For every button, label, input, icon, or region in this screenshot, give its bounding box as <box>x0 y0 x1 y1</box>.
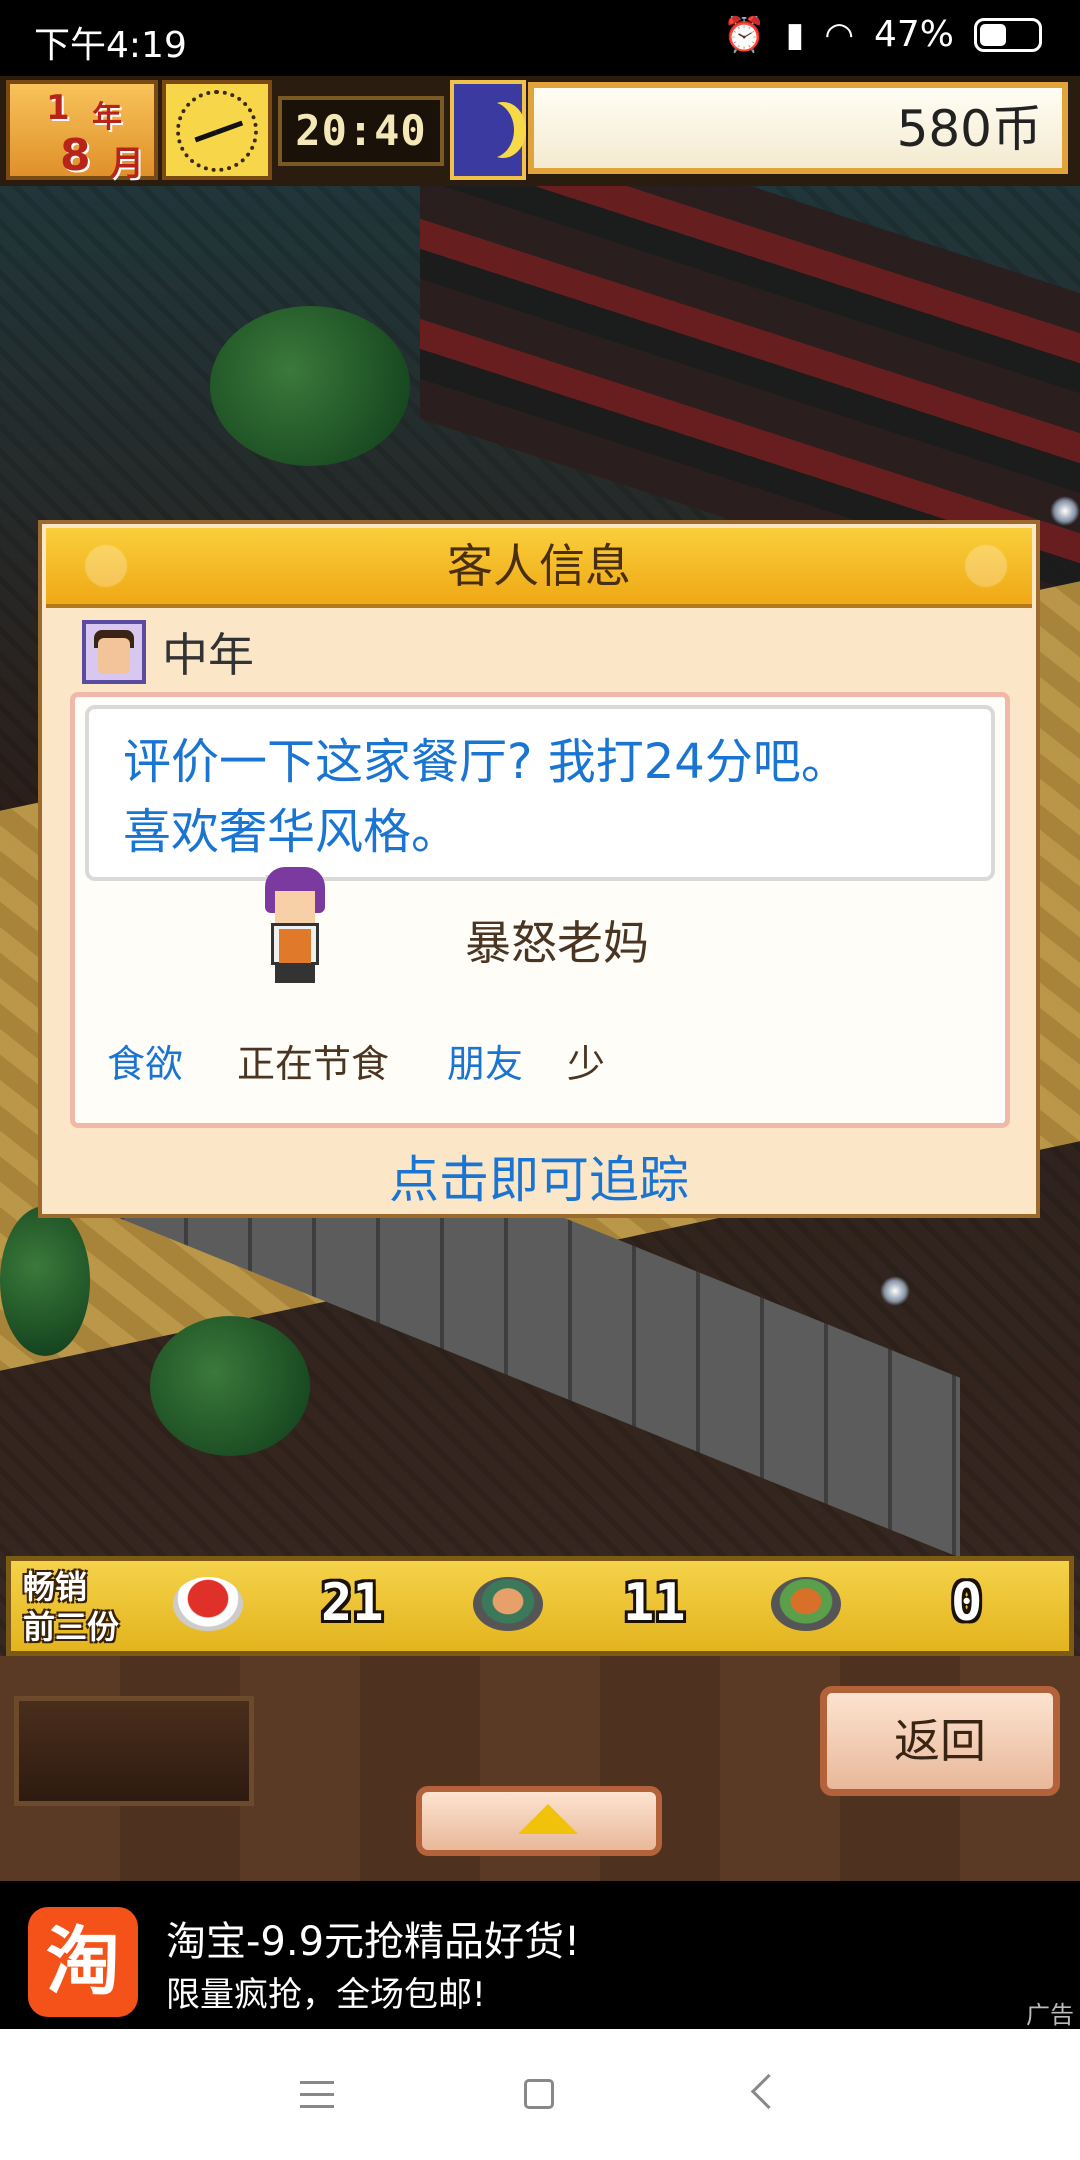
wifi-icon: ◠ <box>824 14 854 55</box>
game-time: 20:40 <box>278 96 444 166</box>
customer-type: 中年 <box>162 628 254 682</box>
month-label: 月 <box>110 144 144 184</box>
year-label: 年 <box>92 100 122 135</box>
customer-detail-panel: 评价一下这家餐厅? 我打24分吧。 喜欢奢华风格。 暴怒老妈 食欲 正在节食 朋… <box>70 692 1010 1128</box>
tree-icon <box>0 1206 90 1356</box>
clock-icon <box>162 80 272 180</box>
ad-title: 淘宝-9.9元抢精品好货! <box>166 1919 581 1965</box>
status-icons: ⏰ ▮ ◠ 47% <box>723 14 1042 55</box>
bestsellers-label-line1: 畅销 <box>23 1568 88 1606</box>
bestsellers-label-line2: 前三份 <box>23 1608 120 1646</box>
customer-info-dialog[interactable]: 客人信息 中年 评价一下这家餐厅? 我打24分吧。 喜欢奢华风格。 暴怒老妈 食… <box>38 520 1040 1218</box>
battery-icon <box>974 17 1042 52</box>
customer-row: 中年 <box>82 616 254 688</box>
month-number: 8 <box>60 130 91 181</box>
arrow-up-icon <box>518 1804 578 1834</box>
customer-avatar <box>82 620 146 684</box>
lamp-icon <box>880 1276 910 1306</box>
friends-value: 少 <box>567 1042 606 1086</box>
empty-slot[interactable] <box>14 1696 254 1806</box>
system-nav-bar <box>0 2029 1080 2160</box>
alarm-icon: ⏰ <box>723 14 766 55</box>
back-arrow-icon[interactable] <box>750 2073 787 2110</box>
moon-icon <box>450 80 526 180</box>
dish-icon <box>173 1577 243 1631</box>
back-button[interactable]: 返回 <box>820 1686 1060 1796</box>
ad-banner[interactable]: 淘 淘宝-9.9元抢精品好货! 限量疯抢，全场包邮! 广告 <box>0 1881 1080 2029</box>
lamp-icon <box>1050 496 1080 526</box>
dish-icon <box>473 1577 543 1631</box>
bottom-control-panel: 返回 <box>0 1656 1080 1881</box>
friends-label: 朋友 <box>447 1042 524 1086</box>
dish-count-1: 21 <box>321 1573 384 1633</box>
status-time: 下午4:19 <box>34 25 187 66</box>
coin-balance: 580币 <box>528 82 1068 174</box>
calendar-date[interactable]: 1 年 8 月 <box>6 80 158 184</box>
customer-sprite <box>261 867 329 985</box>
game-top-bar: 1 年 8 月 20:40 580币 <box>0 76 1080 186</box>
dish-icon <box>771 1577 841 1631</box>
dish-count-2: 11 <box>623 1573 686 1633</box>
appetite-label: 食欲 <box>107 1042 184 1086</box>
battery-percent: 47% <box>873 14 954 55</box>
expand-up-button[interactable] <box>416 1786 662 1856</box>
signal-icon: ▮ <box>785 14 805 55</box>
trace-link[interactable]: 点击即可追踪 <box>42 1140 1036 1212</box>
status-bar: 下午4:19 ⏰ ▮ ◠ 47% <box>0 0 1080 76</box>
year-number: 1 <box>46 88 70 128</box>
customer-nickname: 暴怒老妈 <box>465 916 649 970</box>
bestsellers-bar: 畅销 前三份 21 11 0 <box>6 1556 1074 1656</box>
dish-count-3: 0 <box>951 1573 983 1633</box>
speech-line-2: 喜欢奢华风格。 <box>123 804 460 860</box>
taobao-logo-icon: 淘 <box>28 1907 138 2017</box>
ad-label: 广告 <box>1026 2001 1074 2029</box>
menu-icon[interactable] <box>300 2081 334 2109</box>
appetite-value: 正在节食 <box>237 1042 390 1086</box>
home-icon[interactable] <box>524 2079 554 2109</box>
dialog-title: 客人信息 <box>46 528 1032 608</box>
tree-icon <box>210 306 410 466</box>
tree-icon <box>150 1316 310 1456</box>
bestsellers-label: 畅销 前三份 <box>23 1567 119 1647</box>
ad-subtitle: 限量疯抢，全场包邮! <box>166 1975 486 2015</box>
speech-bubble: 评价一下这家餐厅? 我打24分吧。 喜欢奢华风格。 <box>85 705 995 881</box>
speech-line-1: 评价一下这家餐厅? 我打24分吧。 <box>123 734 849 790</box>
